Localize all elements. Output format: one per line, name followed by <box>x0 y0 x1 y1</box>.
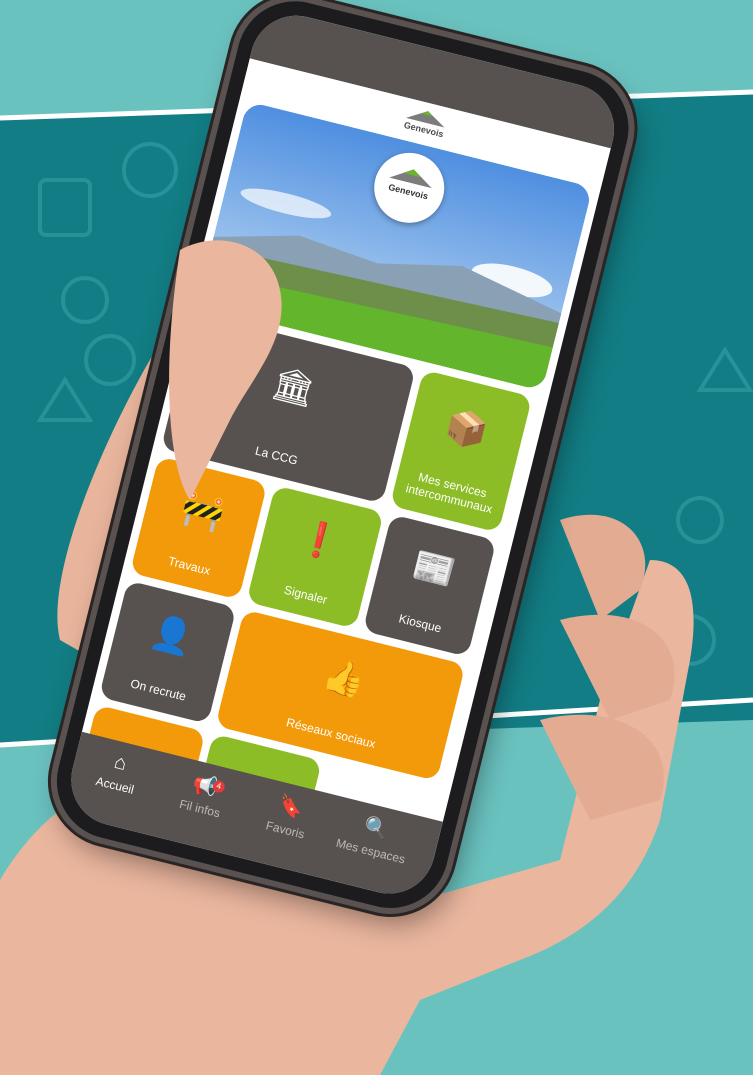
thumb-illustration <box>169 240 282 501</box>
